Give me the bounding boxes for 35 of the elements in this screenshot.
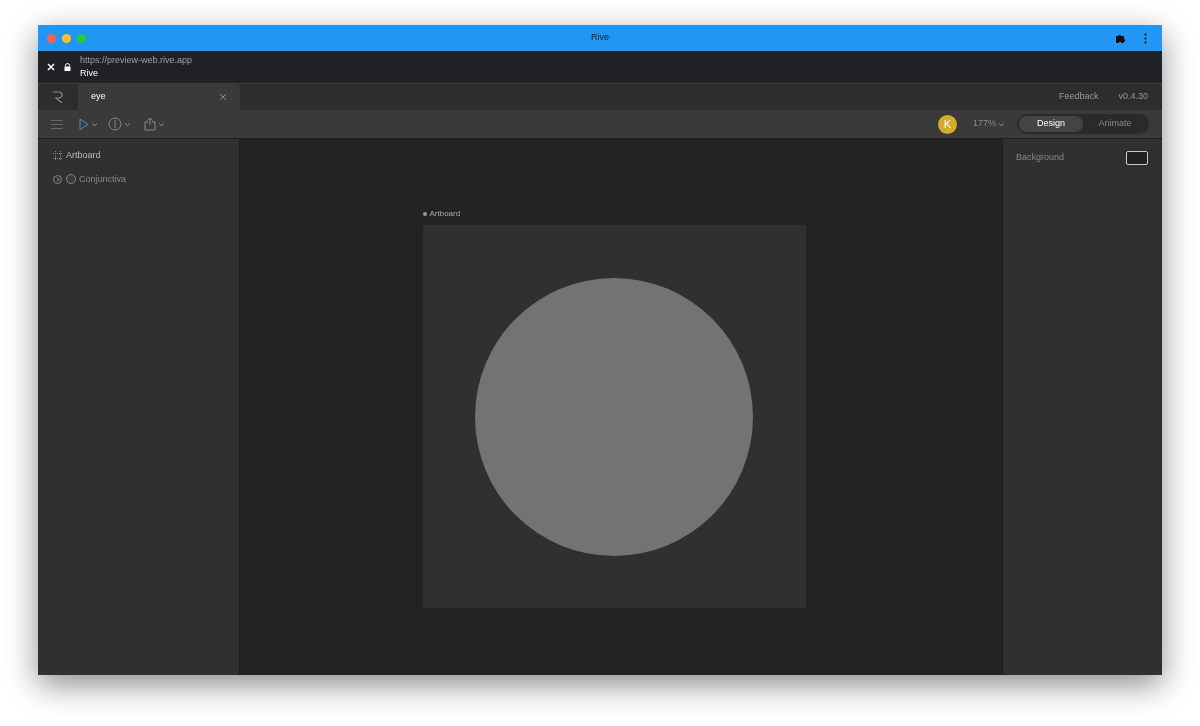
lock-icon: [64, 63, 71, 71]
caret-icon: [159, 122, 164, 126]
caret-icon: [999, 122, 1004, 126]
mode-tab[interactable]: Animate: [1083, 116, 1147, 132]
logo-icon[interactable]: [52, 91, 64, 103]
artboard-icon: [53, 150, 63, 161]
document-tab[interactable]: eye: [78, 84, 240, 110]
feedback-link[interactable]: Feedback: [1058, 90, 1099, 104]
version-text: v0.4.30: [1118, 90, 1148, 104]
expand-toggle-icon[interactable]: [53, 174, 62, 184]
mode-tab[interactable]: Design: [1019, 116, 1083, 132]
minimize-window-icon[interactable]: [62, 33, 71, 43]
page-title: Rive: [80, 67, 99, 80]
artboard-label[interactable]: Artboard: [429, 208, 461, 220]
layer-item[interactable]: Conjunctiva: [79, 172, 127, 186]
pointer-icon: [79, 118, 89, 130]
background-label: Background: [1016, 151, 1065, 164]
ellipse-icon: [66, 174, 76, 185]
export-tool-button[interactable]: [144, 117, 164, 131]
caret-icon: [92, 122, 97, 126]
caret-icon: [125, 122, 130, 126]
layer-item[interactable]: Artboard: [66, 149, 101, 163]
menu-icon[interactable]: [51, 119, 63, 129]
close-tab-icon[interactable]: [220, 94, 226, 100]
select-tool-button[interactable]: [79, 118, 97, 130]
window-title: Rive: [591, 31, 609, 45]
close-icon[interactable]: [47, 63, 55, 71]
background-color-swatch[interactable]: [1126, 151, 1148, 165]
puzzle-piece-icon[interactable]: [1115, 32, 1126, 44]
zoom-dropdown[interactable]: 177%: [972, 117, 1004, 131]
share-icon: [144, 117, 156, 131]
artboard[interactable]: [422, 225, 806, 608]
more-options-icon[interactable]: [1144, 32, 1147, 44]
shape-tool-button[interactable]: [108, 117, 130, 131]
url-text: https://preview-web.rive.app: [80, 54, 193, 67]
